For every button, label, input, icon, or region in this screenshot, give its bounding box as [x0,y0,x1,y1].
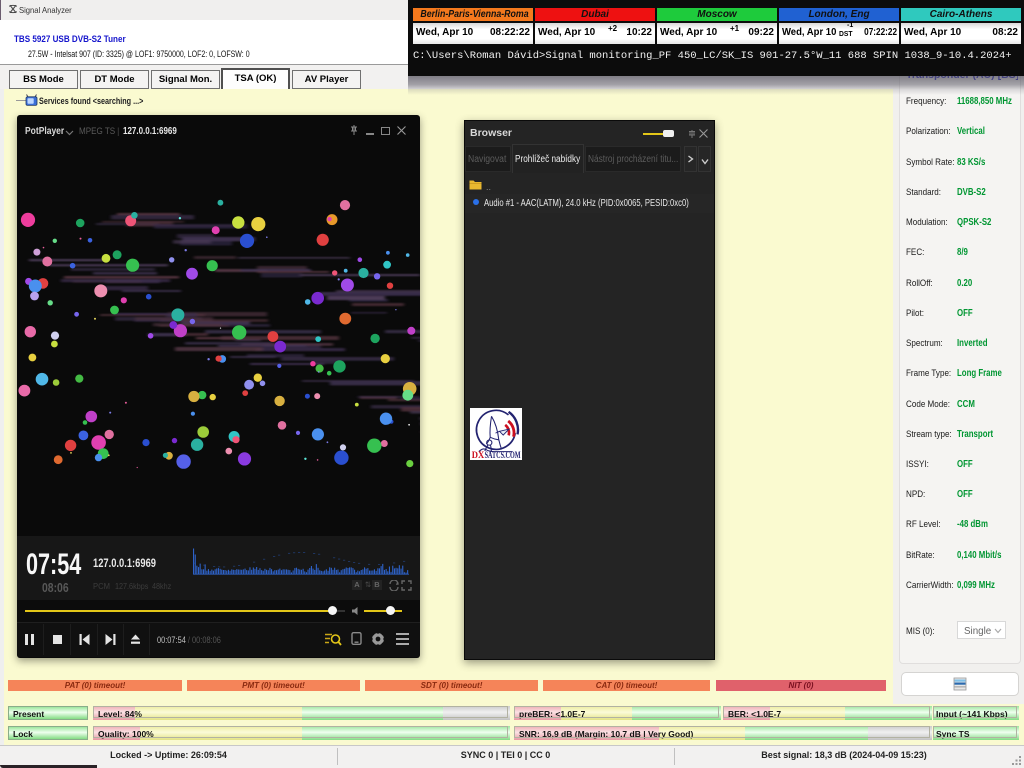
svg-text:SATCS.COM: SATCS.COM [485,451,521,460]
svg-text:DX: DX [472,451,485,460]
